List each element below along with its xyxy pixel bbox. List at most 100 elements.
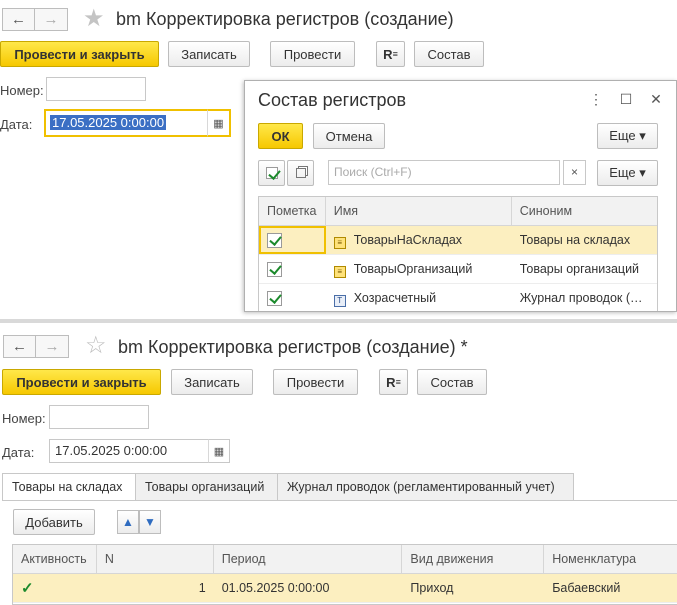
page-title: bm Корректировка регистров (создание) (116, 9, 454, 29)
report-button[interactable]: R ≡ (379, 369, 408, 395)
composition-button[interactable]: Состав (417, 369, 487, 395)
bottom-nav-group: ← → (3, 335, 69, 358)
synonym-cell: Товары организаций (519, 262, 640, 276)
active-check-icon: ✓ (21, 580, 34, 597)
synonym-cell: Товары на складах (519, 233, 631, 247)
n-cell: 1 (198, 581, 206, 595)
arrow-right-icon: → (43, 11, 59, 28)
close-icon[interactable]: ✕ (648, 91, 664, 108)
row-name: ТоварыНаСкладах (353, 233, 463, 247)
tab-bar: Товары на складах Товары организаций Жур… (2, 473, 574, 501)
registers-table: Пометка Имя Синоним ≡ ТоварыНаСкладах Тов… (258, 196, 658, 311)
arrow-left-icon: ← (11, 11, 26, 28)
more-menu-icon[interactable]: ⋮ (588, 91, 604, 108)
uncheck-all-icon (295, 168, 306, 178)
mark-cell[interactable] (259, 284, 326, 311)
number-field[interactable] (46, 77, 146, 101)
check-all-icon (265, 167, 278, 179)
ok-button[interactable]: ОК (258, 123, 303, 149)
more-button[interactable]: Еще ▾ (597, 123, 658, 149)
accounting-register-icon: Т (333, 295, 346, 307)
name-cell: ≡ ТоварыОрганизаций (326, 255, 512, 283)
uncheck-all-button[interactable] (287, 160, 314, 186)
date-field[interactable]: 17.05.2025 0:00:00 (49, 439, 209, 463)
row-name: Хозрасчетный (353, 291, 437, 305)
date-label: Дата: (2, 445, 35, 460)
arrow-down-icon: ▼ (144, 515, 156, 529)
name-cell: Т Хозрасчетный (326, 284, 512, 311)
number-label: Номер: (0, 83, 44, 98)
forward-button[interactable]: → (36, 335, 69, 358)
mark-cell[interactable] (259, 226, 326, 254)
favorite-star-icon[interactable]: ★ (83, 7, 105, 31)
back-button[interactable]: ← (2, 8, 35, 31)
table-row[interactable]: Т Хозрасчетный Журнал проводок (… (259, 284, 657, 311)
table-row[interactable]: ≡ ТоварыОрганизаций Товары организаций (259, 255, 657, 284)
movements-table: Активность N Период Вид движения Номенкл… (12, 544, 677, 605)
activity-cell[interactable]: ✓ (13, 574, 97, 602)
write-button[interactable]: Записать (171, 369, 253, 395)
period-cell: 01.05.2025 0:00:00 (221, 581, 330, 595)
post-button[interactable]: Провести (270, 41, 355, 67)
date-field[interactable]: 17.05.2025 0:00:00 (44, 109, 209, 137)
item-cell: Бабаевский (552, 581, 621, 595)
report-button[interactable]: R ≡ (376, 41, 405, 67)
search-input[interactable]: Поиск (Ctrl+F) (328, 160, 560, 185)
number-label: Номер: (2, 411, 46, 426)
number-field[interactable] (49, 405, 149, 429)
column-activity[interactable]: Активность (13, 545, 97, 573)
checkbox-checked-icon[interactable] (267, 262, 282, 278)
column-n[interactable]: N (97, 545, 214, 573)
report-icon: R (386, 374, 396, 390)
table-row[interactable]: ✓ 1 01.05.2025 0:00:00 Приход Бабаевский (13, 574, 677, 603)
column-name[interactable]: Имя (326, 197, 512, 225)
column-mark[interactable]: Пометка (259, 197, 326, 225)
arrow-left-icon: ← (12, 338, 27, 355)
favorite-star-icon[interactable]: ☆ (85, 334, 107, 358)
post-button[interactable]: Провести (273, 369, 358, 395)
movement-type-cell: Приход (410, 581, 454, 595)
search-clear-icon[interactable]: × (563, 160, 586, 185)
calendar-icon: ▦ (213, 445, 225, 458)
register-icon: ≡ (333, 237, 346, 249)
name-cell: ≡ ТоварыНаСкладах (326, 226, 512, 254)
forward-button[interactable]: → (35, 8, 68, 31)
more-button-2[interactable]: Еще ▾ (597, 160, 658, 186)
screenshot-divider (0, 319, 677, 323)
table-header: Пометка Имя Синоним (259, 197, 657, 226)
tab-journal[interactable]: Журнал проводок (регламентированный учет… (278, 473, 574, 501)
column-movement-type[interactable]: Вид движения (402, 545, 545, 573)
composition-dialog: Состав регистров ⋮ ☐ ✕ ОК Отмена Еще ▾ П… (244, 80, 677, 312)
register-icon: ≡ (333, 266, 346, 278)
post-and-close-button[interactable]: Провести и закрыть (2, 369, 161, 395)
calendar-button[interactable]: ▦ (208, 439, 230, 463)
write-button[interactable]: Записать (168, 41, 250, 67)
table-header: Активность N Период Вид движения Номенкл… (13, 545, 677, 574)
top-nav-group: ← → (2, 8, 68, 31)
tab-organization-goods[interactable]: Товары организаций (136, 473, 278, 501)
mark-cell[interactable] (259, 255, 326, 283)
move-down-button[interactable]: ▼ (139, 510, 161, 534)
maximize-icon[interactable]: ☐ (618, 91, 634, 108)
add-button[interactable]: Добавить (13, 509, 95, 535)
synonym-cell: Журнал проводок (… (519, 291, 643, 305)
calendar-button[interactable]: ▦ (207, 109, 231, 137)
column-item[interactable]: Номенклатура (544, 545, 677, 573)
composition-button[interactable]: Состав (414, 41, 484, 67)
checkbox-checked-icon[interactable] (267, 291, 282, 307)
move-up-button[interactable]: ▲ (117, 510, 139, 534)
back-button[interactable]: ← (3, 335, 36, 358)
table-row[interactable]: ≡ ТоварыНаСкладах Товары на складах (259, 226, 657, 255)
arrow-right-icon: → (44, 338, 60, 355)
post-and-close-button[interactable]: Провести и закрыть (0, 41, 159, 67)
tab-warehouse-goods[interactable]: Товары на складах (2, 473, 136, 501)
calendar-icon: ▦ (213, 117, 224, 130)
column-period[interactable]: Период (214, 545, 403, 573)
column-synonym[interactable]: Синоним (512, 197, 657, 225)
check-all-button[interactable] (258, 160, 285, 186)
arrow-up-icon: ▲ (122, 515, 134, 529)
date-label: Дата: (0, 117, 33, 132)
cancel-button[interactable]: Отмена (313, 123, 385, 149)
checkbox-checked-icon[interactable] (267, 233, 282, 249)
page-title: bm Корректировка регистров (создание) * (118, 337, 468, 357)
